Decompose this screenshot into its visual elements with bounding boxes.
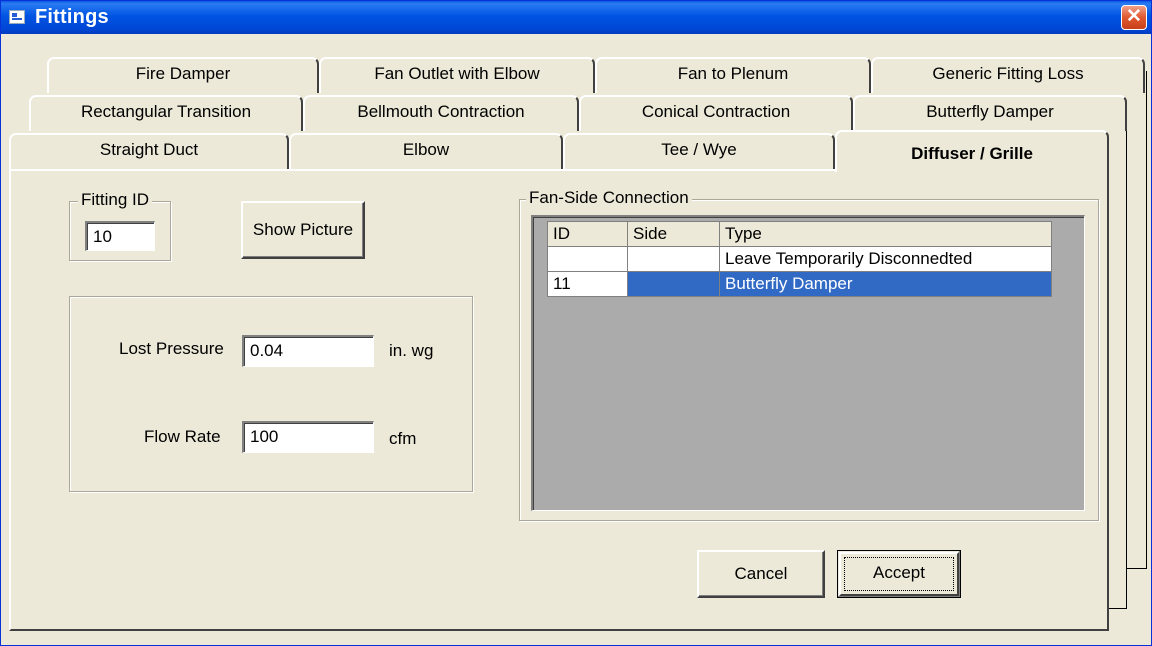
fitting-id-legend: Fitting ID — [78, 190, 153, 210]
tab-elbow[interactable]: Elbow — [289, 133, 563, 169]
accept-button-label: Accept — [873, 563, 925, 582]
window-icon — [9, 10, 25, 24]
tab-bellmouth-contraction[interactable]: Bellmouth Contraction — [303, 95, 579, 131]
connection-table: ID Side Type Leave Temporarily Disconned… — [547, 221, 1052, 297]
flow-rate-label: Flow Rate — [144, 427, 221, 446]
cell-id[interactable] — [547, 246, 628, 272]
connection-header-row: ID Side Type — [547, 221, 1052, 247]
table-row-selected[interactable]: 11 Butterfly Damper — [547, 271, 1052, 297]
tab-fan-outlet-with-elbow[interactable]: Fan Outlet with Elbow — [319, 57, 595, 93]
flow-rate-unit: cfm — [389, 429, 417, 448]
tab-fan-to-plenum[interactable]: Fan to Plenum — [595, 57, 871, 93]
close-button[interactable]: ✕ — [1121, 5, 1147, 30]
tab-straight-duct[interactable]: Straight Duct — [9, 133, 289, 169]
accept-button[interactable]: Accept — [837, 550, 961, 598]
show-picture-button[interactable]: Show Picture — [241, 201, 365, 259]
title-bar[interactable]: Fittings ✕ — [1, 1, 1151, 34]
tab-conical-contraction[interactable]: Conical Contraction — [579, 95, 853, 131]
window-title: Fittings — [35, 6, 109, 28]
cell-id[interactable]: 11 — [547, 271, 628, 297]
table-row[interactable]: Leave Temporarily Disconnedted — [547, 246, 1052, 272]
connection-grid[interactable]: ID Side Type Leave Temporarily Disconned… — [531, 215, 1085, 511]
fitting-id-field[interactable]: 10 — [85, 221, 155, 251]
tab-fire-damper[interactable]: Fire Damper — [47, 57, 319, 93]
column-header-side[interactable]: Side — [627, 221, 720, 247]
pressure-flow-group — [69, 296, 473, 492]
cell-type[interactable]: Butterfly Damper — [719, 271, 1052, 297]
column-header-type[interactable]: Type — [719, 221, 1052, 247]
tab-rectangular-transition[interactable]: Rectangular Transition — [29, 95, 303, 131]
cancel-button[interactable]: Cancel — [697, 550, 825, 598]
tab-tee-wye[interactable]: Tee / Wye — [563, 133, 835, 169]
cell-side[interactable] — [627, 271, 720, 297]
tab-generic-fitting-loss[interactable]: Generic Fitting Loss — [871, 57, 1145, 93]
flow-rate-field[interactable]: 100 — [242, 421, 374, 453]
cell-type[interactable]: Leave Temporarily Disconnedted — [719, 246, 1052, 272]
lost-pressure-label: Lost Pressure — [119, 339, 224, 358]
fittings-window: Fittings ✕ Fire Damper Fan Outlet with E… — [0, 0, 1152, 646]
lost-pressure-unit: in. wg — [389, 341, 434, 360]
column-header-id[interactable]: ID — [547, 221, 628, 247]
fan-side-connection-legend: Fan-Side Connection — [526, 188, 692, 208]
tab-diffuser-grille[interactable]: Diffuser / Grille — [835, 130, 1109, 172]
cell-side[interactable] — [627, 246, 720, 272]
lost-pressure-field[interactable]: 0.04 — [242, 335, 374, 367]
tab-butterfly-damper[interactable]: Butterfly Damper — [853, 95, 1127, 131]
